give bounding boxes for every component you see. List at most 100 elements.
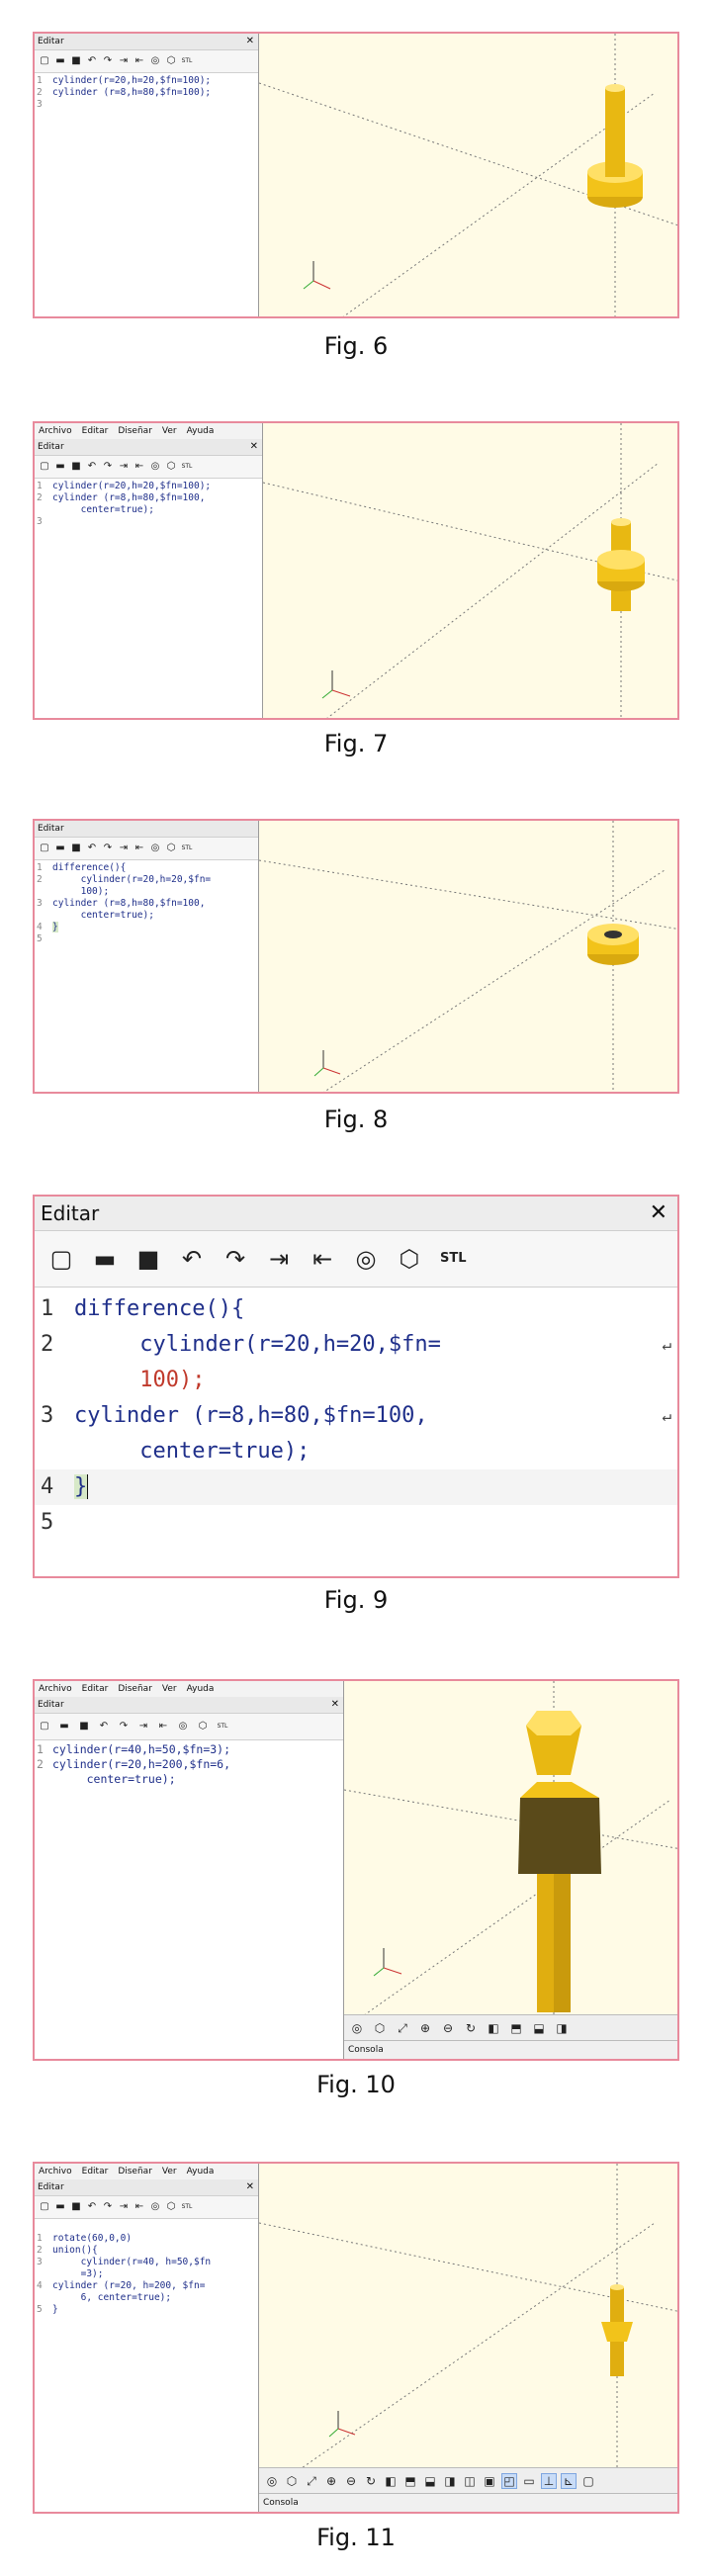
indent-icon[interactable]: ⇥ [118, 55, 130, 67]
preview-icon[interactable]: ◎ [149, 843, 161, 854]
menu-editar[interactable]: Editar [82, 426, 109, 436]
close-icon[interactable]: ✕ [246, 2179, 254, 2195]
save-icon[interactable]: ■ [70, 461, 82, 473]
export-stl-icon[interactable]: STL [181, 55, 193, 67]
open-folder-icon[interactable]: ▬ [54, 2201, 66, 2213]
unindent-icon[interactable]: ⇤ [134, 55, 145, 67]
menu-archivo[interactable]: Archivo [39, 426, 72, 436]
preview-icon[interactable]: ◎ [350, 2021, 364, 2035]
save-icon[interactable]: ■ [135, 1246, 161, 1272]
show-scale-icon[interactable]: ⊾ [561, 2473, 577, 2489]
indent-icon[interactable]: ⇥ [118, 2201, 130, 2213]
code-area[interactable]: 1 cylinder(r=20,h=20,$fn=100); 2 cylinder … [35, 479, 262, 528]
menu-disenar[interactable]: Diseñar [118, 2167, 152, 2176]
view-front-icon[interactable]: ◫ [463, 2474, 477, 2488]
menu-editar[interactable]: Editar [82, 1684, 109, 1694]
view-all-icon[interactable]: ⤢ [396, 2021, 409, 2035]
new-file-icon[interactable]: ▢ [39, 1721, 50, 1732]
view-left-icon[interactable]: ◨ [443, 2474, 457, 2488]
save-icon[interactable]: ■ [70, 2201, 82, 2213]
new-file-icon[interactable]: ▢ [39, 55, 50, 67]
open-folder-icon[interactable]: ▬ [58, 1721, 70, 1732]
show-axes-icon[interactable]: ⊥ [541, 2473, 557, 2489]
undo-icon[interactable]: ↶ [179, 1246, 205, 1272]
preview-icon[interactable]: ◎ [265, 2474, 279, 2488]
export-stl-icon[interactable]: STL [181, 843, 193, 854]
open-folder-icon[interactable]: ▬ [54, 843, 66, 854]
render-icon[interactable]: ⬡ [197, 1721, 209, 1732]
save-icon[interactable]: ■ [70, 843, 82, 854]
new-file-icon[interactable]: ▢ [48, 1246, 74, 1272]
menu-disenar[interactable]: Diseñar [118, 1684, 152, 1694]
export-stl-icon[interactable]: STL [440, 1246, 467, 1272]
unindent-icon[interactable]: ⇤ [134, 2201, 145, 2213]
undo-icon[interactable]: ↶ [98, 1721, 110, 1732]
view-top-icon[interactable]: ⬒ [403, 2474, 417, 2488]
save-icon[interactable]: ■ [78, 1721, 90, 1732]
unindent-icon[interactable]: ⇤ [157, 1721, 169, 1732]
menu-ver[interactable]: Ver [162, 2167, 177, 2176]
reset-view-icon[interactable]: ↻ [364, 2474, 378, 2488]
preview-icon[interactable]: ◎ [353, 1246, 379, 1272]
open-folder-icon[interactable]: ▬ [54, 55, 66, 67]
zoom-in-icon[interactable]: ⊕ [324, 2474, 338, 2488]
indent-icon[interactable]: ⇥ [266, 1246, 292, 1272]
code-area[interactable]: 1 cylinder(r=20,h=20,$fn=100); 2 cylinder … [35, 73, 258, 111]
view-back-icon[interactable]: ▣ [483, 2474, 496, 2488]
zoom-out-icon[interactable]: ⊖ [441, 2021, 455, 2035]
redo-icon[interactable]: ↷ [102, 461, 114, 473]
new-file-icon[interactable]: ▢ [39, 2201, 50, 2213]
export-stl-icon[interactable]: STL [181, 2201, 193, 2213]
new-file-icon[interactable]: ▢ [39, 461, 50, 473]
perspective-icon[interactable]: ◰ [501, 2473, 517, 2489]
code-area[interactable]: 1 rotate(60,0,0) 2 union(){ 3 cylinder(r=4… [35, 2219, 258, 2316]
close-icon[interactable]: ✕ [331, 1697, 339, 1713]
preview-icon[interactable]: ◎ [149, 2201, 161, 2213]
show-edges-icon[interactable]: ▢ [581, 2474, 595, 2488]
menu-archivo[interactable]: Archivo [39, 2167, 72, 2176]
close-icon[interactable]: ✕ [650, 1197, 668, 1230]
preview-icon[interactable]: ◎ [149, 461, 161, 473]
render-icon[interactable]: ⬡ [165, 2201, 177, 2213]
new-file-icon[interactable]: ▢ [39, 843, 50, 854]
3d-viewport[interactable] [259, 34, 677, 316]
redo-icon[interactable]: ↷ [222, 1246, 248, 1272]
view-left-icon[interactable]: ◨ [555, 2021, 569, 2035]
render-icon[interactable]: ⬡ [285, 2474, 299, 2488]
orthogonal-icon[interactable]: ▭ [522, 2474, 536, 2488]
open-folder-icon[interactable]: ▬ [54, 461, 66, 473]
undo-icon[interactable]: ↶ [86, 2201, 98, 2213]
redo-icon[interactable]: ↷ [102, 2201, 114, 2213]
view-right-icon[interactable]: ◧ [384, 2474, 398, 2488]
close-icon[interactable]: ✕ [250, 439, 258, 455]
3d-viewport[interactable] [259, 2164, 677, 2468]
zoom-in-icon[interactable]: ⊕ [418, 2021, 432, 2035]
export-stl-icon[interactable]: STL [217, 1721, 228, 1732]
menu-archivo[interactable]: Archivo [39, 1684, 72, 1694]
render-icon[interactable]: ⬡ [165, 843, 177, 854]
3d-viewport[interactable] [263, 423, 677, 718]
view-bottom-icon[interactable]: ⬓ [423, 2474, 437, 2488]
undo-icon[interactable]: ↶ [86, 461, 98, 473]
render-icon[interactable]: ⬡ [165, 461, 177, 473]
preview-icon[interactable]: ◎ [177, 1721, 189, 1732]
3d-viewport[interactable] [344, 1681, 677, 2015]
indent-icon[interactable]: ⇥ [118, 461, 130, 473]
view-bottom-icon[interactable]: ⬓ [532, 2021, 546, 2035]
indent-icon[interactable]: ⇥ [137, 1721, 149, 1732]
save-icon[interactable]: ■ [70, 55, 82, 67]
open-folder-icon[interactable]: ▬ [92, 1246, 118, 1272]
redo-icon[interactable]: ↷ [102, 843, 114, 854]
render-icon[interactable]: ⬡ [397, 1246, 422, 1272]
menu-disenar[interactable]: Diseñar [118, 426, 152, 436]
preview-icon[interactable]: ◎ [149, 55, 161, 67]
unindent-icon[interactable]: ⇤ [310, 1246, 335, 1272]
code-area[interactable]: 1 difference(){ 2 cylinder(r=20,h=20,$fn=… [35, 860, 258, 945]
undo-icon[interactable]: ↶ [86, 55, 98, 67]
menu-ver[interactable]: Ver [162, 426, 177, 436]
zoom-out-icon[interactable]: ⊖ [344, 2474, 358, 2488]
redo-icon[interactable]: ↷ [118, 1721, 130, 1732]
menu-editar[interactable]: Editar [82, 2167, 109, 2176]
unindent-icon[interactable]: ⇤ [134, 461, 145, 473]
reset-view-icon[interactable]: ↻ [464, 2021, 478, 2035]
